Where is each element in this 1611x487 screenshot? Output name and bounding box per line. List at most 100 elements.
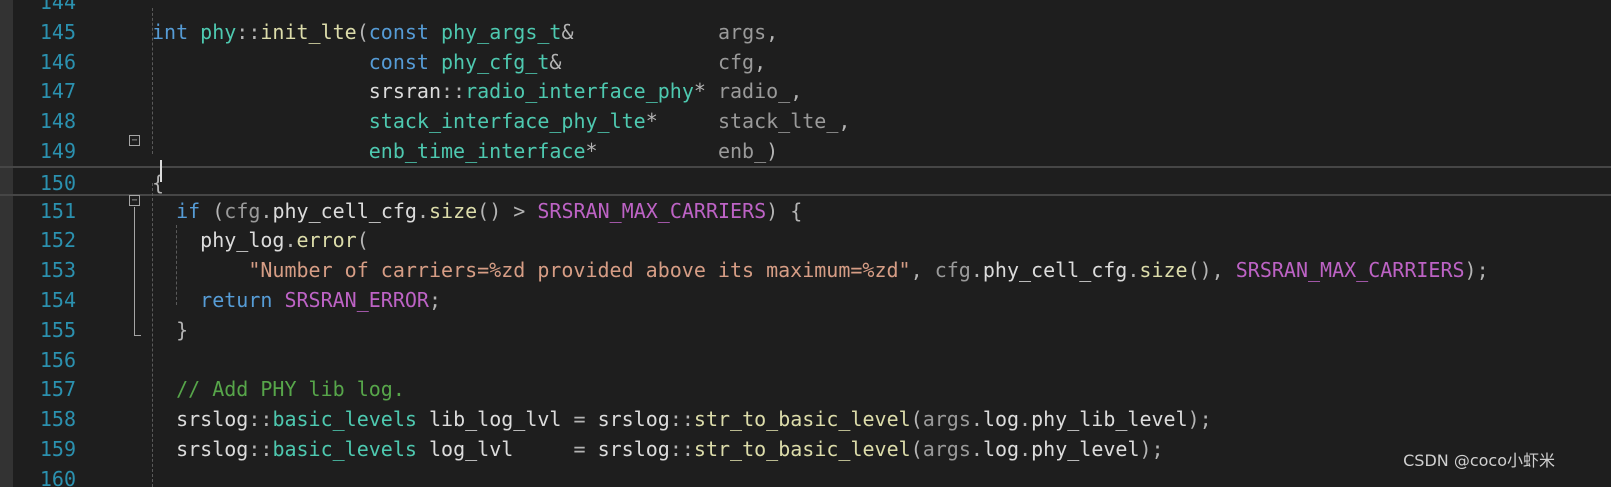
code-token: srslog: [176, 437, 249, 461]
code-token: *: [645, 109, 718, 134]
line-number: 160: [39, 466, 76, 487]
fold-range-line: [134, 207, 135, 335]
line-number: 155: [39, 317, 76, 342]
code-token: stack_lte_: [717, 109, 839, 134]
code-token: str_to_basic_level: [693, 437, 911, 461]
code-token: phy: [200, 19, 237, 44]
code-line[interactable]: 149 enb_time_interface* enb_): [0, 136, 1611, 167]
code-token: (),: [1187, 258, 1236, 283]
collapse-icon[interactable]: −: [129, 135, 140, 146]
code-token: ::: [248, 437, 273, 461]
code-line[interactable]: 159 srslog::basic_levels log_lvl = srslo…: [0, 434, 1611, 465]
code-token: .: [970, 258, 983, 283]
code-line[interactable]: 151 if (cfg.phy_cell_cfg.size() > SRSRAN…: [0, 196, 1611, 227]
code-token: str_to_basic_level: [693, 407, 911, 432]
code-line[interactable]: 147 srsran::radio_interface_phy* radio_,: [0, 76, 1611, 107]
code-token: ,: [754, 49, 767, 74]
code-token: );: [1464, 258, 1489, 283]
code-token: basic_levels: [272, 437, 417, 461]
code-text: const phy_cfg_t& cfg,: [152, 47, 766, 78]
line-number: 144: [39, 0, 76, 14]
line-number: 150: [39, 170, 76, 195]
code-line[interactable]: 153 "Number of carriers=%zd provided abo…: [0, 255, 1611, 286]
code-line[interactable]: 150 {: [0, 165, 1611, 199]
code-line[interactable]: 148 stack_interface_phy_lte* stack_lte_,: [0, 106, 1611, 137]
code-text: srsran::radio_interface_phy* radio_,: [152, 76, 803, 107]
code-token: );: [1187, 407, 1212, 432]
code-line[interactable]: 144: [0, 0, 1611, 18]
line-number: 146: [39, 49, 76, 74]
code-token: srslog: [597, 407, 670, 432]
code-line[interactable]: 146 const phy_cfg_t& cfg,: [0, 47, 1611, 78]
code-token: ): [766, 139, 779, 163]
code-token: .: [970, 407, 983, 432]
code-token: int: [152, 19, 189, 44]
code-line[interactable]: 160: [0, 464, 1611, 487]
code-token: args: [718, 19, 767, 44]
indent-guide: [152, 183, 153, 487]
code-line[interactable]: 155 }: [0, 315, 1611, 346]
code-token: srslog: [597, 437, 670, 461]
code-token: {: [152, 170, 165, 195]
code-token: args: [922, 437, 971, 461]
collapse-icon[interactable]: −: [129, 195, 140, 206]
code-token: cfg: [934, 258, 971, 283]
code-text: srslog::basic_levels lib_log_lvl = srslo…: [152, 404, 1212, 435]
line-number: 152: [39, 228, 76, 253]
code-token: args: [922, 407, 971, 432]
fold-range-end: [134, 335, 141, 336]
code-token: SRSRAN_ERROR: [284, 288, 429, 312]
code-token: phy_cell_cfg: [272, 198, 417, 223]
code-token: }: [176, 317, 189, 342]
code-token: (: [356, 19, 369, 44]
code-text: return SRSRAN_ERROR;: [152, 285, 441, 316]
code-token: stack_interface_phy_lte: [368, 109, 646, 134]
code-line[interactable]: 157 // Add PHY lib log.: [0, 374, 1611, 405]
indent-guide: [176, 225, 177, 305]
code-token: enb_: [717, 139, 767, 163]
code-token: (: [356, 228, 369, 253]
code-editor[interactable]: 144145 int phy::init_lte(const phy_args_t…: [0, 0, 1611, 487]
code-token: .: [1019, 407, 1032, 432]
code-text: if (cfg.phy_cell_cfg.size() > SRSRAN_MAX…: [152, 196, 802, 227]
code-token: .: [260, 198, 273, 223]
code-token: error: [296, 228, 357, 253]
line-number: 153: [39, 258, 76, 283]
code-text: enb_time_interface* enb_): [152, 136, 778, 167]
code-token: srslog: [176, 407, 249, 432]
code-text: {: [152, 168, 164, 199]
code-line[interactable]: 156: [0, 345, 1611, 376]
code-token: log_lvl: [428, 437, 514, 461]
code-line[interactable]: 152 phy_log.error(: [0, 225, 1611, 256]
code-text: // Add PHY lib log.: [152, 374, 405, 405]
code-token: ::: [236, 19, 261, 44]
code-token: size: [429, 198, 478, 223]
code-token: if: [176, 198, 201, 223]
code-line[interactable]: 154 return SRSRAN_ERROR;: [0, 285, 1611, 316]
code-token: .: [970, 437, 983, 461]
code-token: (: [910, 407, 923, 432]
code-line[interactable]: 158 srslog::basic_levels lib_log_lvl = s…: [0, 404, 1611, 435]
line-number: 159: [39, 437, 76, 461]
code-token: phy_level: [1031, 437, 1140, 461]
code-token: ;: [428, 288, 442, 312]
code-line[interactable]: 145 int phy::init_lte(const phy_args_t& a…: [0, 17, 1611, 48]
code-token: SRSRAN_MAX_CARRIERS: [537, 198, 767, 223]
code-token: ,: [766, 19, 779, 44]
code-text: srslog::basic_levels log_lvl = srslog::s…: [152, 434, 1163, 465]
code-token: enb_time_interface: [368, 139, 586, 163]
code-token: *: [693, 79, 718, 104]
code-token: &: [561, 19, 718, 44]
line-number: 154: [39, 288, 76, 312]
